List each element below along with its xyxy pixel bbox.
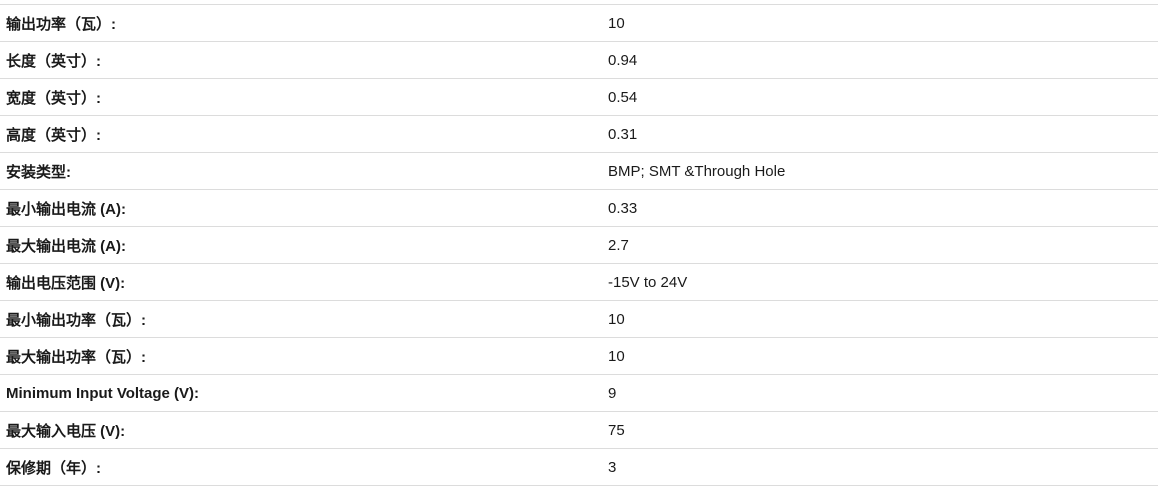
spec-value: 0.33 [608,199,638,217]
spec-row-width: 宽度（英寸）: 0.54 [0,79,1158,116]
spec-label: 安装类型: [6,163,71,181]
spec-label: 高度（英寸）: [6,126,101,144]
spec-label: Minimum Input Voltage (V): [6,384,200,402]
spec-value: 10 [608,347,625,365]
spec-label: 最小输出功率（瓦）: [6,311,146,329]
spec-row-min-output-current: 最小输出电流 (A): 0.33 [0,190,1158,227]
spec-row-output-voltage-range: 输出电压范围 (V): -15V to 24V [0,264,1158,301]
spec-row-max-output-power: 最大输出功率（瓦）: 10 [0,338,1158,375]
spec-row-mounting-type: 安装类型: BMP; SMT &Through Hole [0,153,1158,190]
spec-label: 长度（英寸）: [6,52,101,70]
spec-label: 保修期（年）: [6,459,101,477]
spec-row-min-output-power: 最小输出功率（瓦）: 10 [0,301,1158,338]
spec-value: 3 [608,458,617,476]
spec-value: 10 [608,14,625,32]
spec-value: 75 [608,421,625,439]
spec-label: 最大输出功率（瓦）: [6,348,146,366]
spec-table: 输出功率（瓦）: 10 长度（英寸）: 0.94 宽度（英寸）: 0.54 高度… [0,4,1158,486]
spec-label: 最小输出电流 (A): [6,200,126,218]
spec-label: 输出功率（瓦）: [6,15,116,33]
spec-row-max-output-current: 最大输出电流 (A): 2.7 [0,227,1158,264]
spec-value: 10 [608,310,625,328]
spec-value: 0.54 [608,88,638,106]
spec-row-warranty: 保修期（年）: 3 [0,449,1158,486]
spec-label: 最大输入电压 (V): [6,422,126,440]
spec-row-length: 长度（英寸）: 0.94 [0,42,1158,79]
spec-row-output-power: 输出功率（瓦）: 10 [0,5,1158,42]
spec-row-height: 高度（英寸）: 0.31 [0,116,1158,153]
spec-value: 0.94 [608,51,638,69]
spec-row-min-input-voltage: Minimum Input Voltage (V): 9 [0,375,1158,412]
spec-value: 2.7 [608,236,629,254]
spec-value: 0.31 [608,125,638,143]
spec-value: 9 [608,384,617,402]
spec-row-max-input-voltage: 最大输入电压 (V): 75 [0,412,1158,449]
spec-value: BMP; SMT &Through Hole [608,162,786,180]
spec-label: 宽度（英寸）: [6,89,101,107]
spec-label: 最大输出电流 (A): [6,237,126,255]
spec-label: 输出电压范围 (V): [6,274,126,292]
spec-value: -15V to 24V [608,273,688,291]
